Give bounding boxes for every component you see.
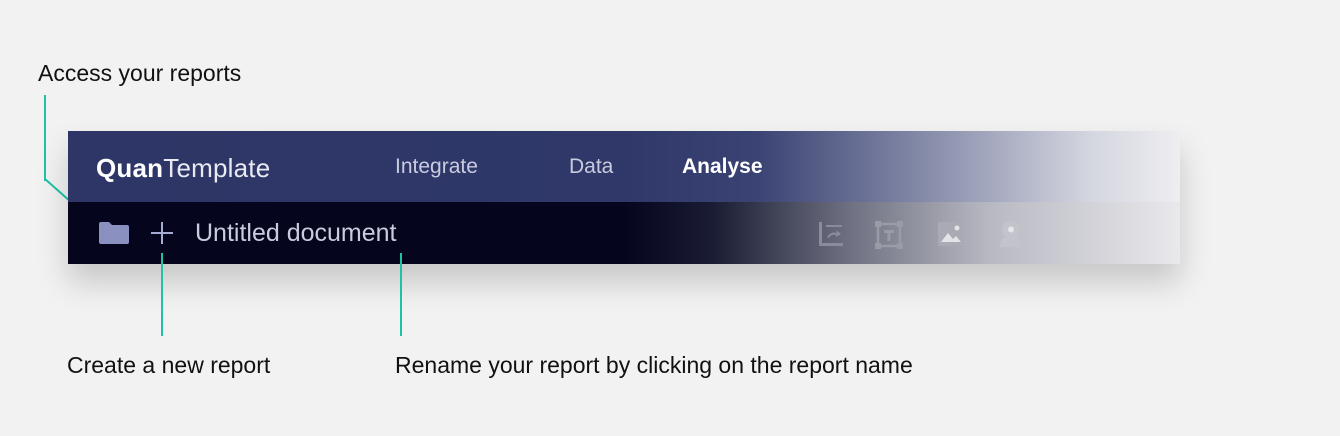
app-header: QuanTemplate Integrate Data Analyse Unti… (68, 131, 1180, 264)
annotation-access-reports: Access your reports (38, 60, 242, 86)
map-pin-icon[interactable] (996, 220, 1026, 248)
logo[interactable]: QuanTemplate (96, 153, 270, 184)
nav-data[interactable]: Data (569, 155, 613, 179)
annotation-create-report: Create a new report (67, 352, 271, 378)
annotation-rename-report: Rename your report by clicking on the re… (395, 352, 913, 378)
image-icon[interactable] (937, 221, 965, 247)
annotation-line-access-vertical (44, 95, 46, 181)
document-name[interactable]: Untitled document (195, 219, 397, 248)
logo-bold-text: Quan (96, 153, 164, 183)
nav-analyse[interactable]: Analyse (682, 155, 763, 179)
swap-chart-icon[interactable] (817, 220, 845, 248)
nav-integrate[interactable]: Integrate (395, 155, 478, 179)
text-box-icon[interactable] (874, 220, 904, 250)
top-navigation-bar: QuanTemplate Integrate Data Analyse (68, 131, 1180, 202)
logo-light-text: Template (163, 153, 271, 183)
annotation-line-create (161, 253, 163, 336)
annotation-line-rename (400, 253, 402, 336)
plus-icon[interactable] (150, 221, 174, 245)
folder-icon[interactable] (98, 220, 130, 246)
